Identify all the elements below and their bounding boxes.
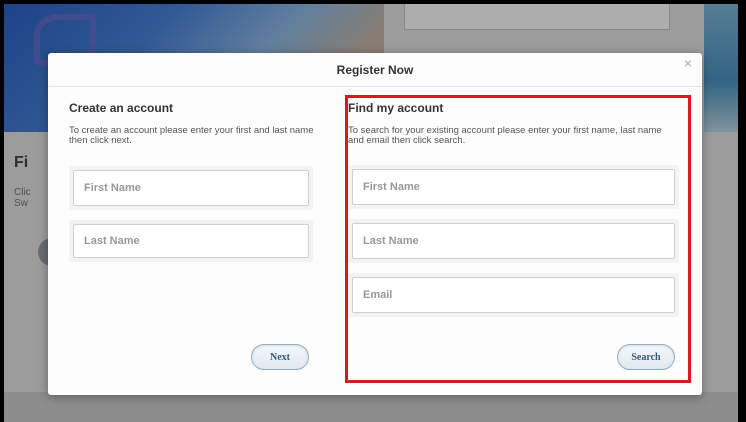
find-first-name-input[interactable] xyxy=(352,169,675,205)
search-button[interactable]: Search xyxy=(617,344,675,370)
find-email-input[interactable] xyxy=(352,277,675,313)
create-account-title: Create an account xyxy=(69,101,174,115)
create-last-name-input[interactable] xyxy=(73,224,309,258)
find-last-name-input[interactable] xyxy=(352,223,675,259)
create-first-name-input[interactable] xyxy=(73,170,309,206)
find-account-description: To search for your existing account plea… xyxy=(348,125,662,146)
create-account-description: To create an account please enter your f… xyxy=(69,125,314,146)
next-button[interactable]: Next xyxy=(251,344,309,370)
find-account-title: Find my account xyxy=(348,101,444,115)
modal-header: Register Now xyxy=(48,53,702,87)
modal-title: Register Now xyxy=(336,63,414,77)
create-first-name-field xyxy=(69,166,313,210)
close-icon[interactable]: × xyxy=(684,56,692,70)
find-last-name-field xyxy=(348,219,679,263)
create-last-name-field xyxy=(69,220,313,262)
register-modal: Register Now × Create an account To crea… xyxy=(48,53,702,395)
find-email-field xyxy=(348,273,679,317)
find-first-name-field xyxy=(348,165,679,209)
